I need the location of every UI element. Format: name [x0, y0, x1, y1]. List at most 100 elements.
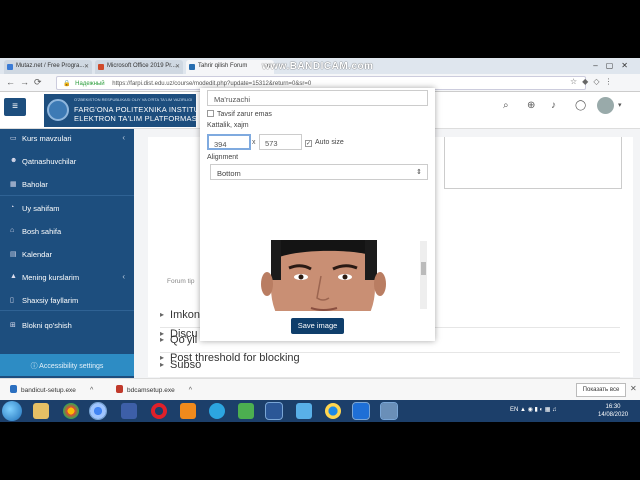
accessibility-label: Accessibility settings: [39, 363, 104, 370]
chevron-left-icon: ‹: [122, 133, 125, 142]
portrait-preview-image: [253, 240, 428, 311]
sidebar-item-label: Qatnashuvchilar: [22, 157, 77, 166]
chrome-icon[interactable]: [63, 403, 79, 419]
section-post-threshold[interactable]: ▸ Post threshold for blocking: [160, 352, 300, 364]
decorative-label: Tavsif zarur emas: [217, 111, 272, 118]
system-tray: EN ▲ ◉ ▮ ◐ ▦ ♫: [510, 406, 557, 413]
alignment-select[interactable]: Bottom ⇕: [210, 164, 428, 180]
word-icon[interactable]: [265, 402, 283, 420]
chevron-down-icon[interactable]: ▾: [618, 101, 622, 109]
brand-title: FARG'ONA POLITEXNIKA INSTITUTI ELEKTRON …: [74, 105, 206, 123]
folder-icon: ▭: [10, 135, 17, 142]
browser-tab-1[interactable]: Mutaz.net / Free Progra... ✕: [4, 60, 92, 74]
section-label: Imkon: [170, 309, 200, 321]
home-icon: ⌂: [10, 227, 15, 234]
menu-toggle-button[interactable]: ≡: [4, 98, 26, 116]
courses-icon: ▲: [10, 273, 17, 280]
sidebar-item-baholar[interactable]: ▦ Baholar: [0, 175, 134, 195]
globe-icon[interactable]: ⊕: [527, 100, 551, 111]
sidebar-item-label: Uy sahifam: [22, 204, 60, 213]
tab-close-icon[interactable]: ✕: [175, 63, 180, 70]
sidebar-item-kalendar[interactable]: ▤ Kalendar: [0, 245, 134, 265]
tab-favicon-icon: [7, 64, 13, 70]
add-block-icon: ⊞: [10, 322, 16, 329]
section-discu[interactable]: ▸ Discu: [160, 328, 198, 340]
section-imkon[interactable]: ▸ Imkon: [160, 309, 200, 321]
browser-tab-2[interactable]: Microsoft Office 2019 Pr... ✕: [95, 60, 183, 74]
browser-tab-bar: Mutaz.net / Free Progra... ✕ Microsoft O…: [0, 58, 640, 74]
chrome-running-icon[interactable]: [89, 402, 107, 420]
download-item-bandicut[interactable]: bandicut-setup.exe ^: [10, 385, 93, 394]
window-app-icon[interactable]: [380, 402, 398, 420]
dashboard-icon: ◔: [10, 204, 15, 211]
nav-buttons[interactable]: ←→⟳: [6, 77, 47, 88]
tab-favicon-icon: [98, 64, 104, 70]
network-app-icon[interactable]: [296, 403, 312, 419]
clock-time: 16:30: [605, 404, 621, 410]
autosize-checkbox[interactable]: ✓ Auto size: [305, 139, 344, 147]
bell-icon[interactable]: ♪: [551, 100, 575, 111]
save-image-button[interactable]: Save image: [291, 318, 344, 334]
tab-label: Microsoft Office 2019 Pr...: [107, 63, 176, 69]
user-avatar[interactable]: [597, 97, 614, 114]
alignment-label: Alignment: [207, 154, 239, 161]
toolbar-icons[interactable]: ☆◆◇⋮: [570, 77, 617, 86]
width-input[interactable]: 394: [207, 134, 251, 150]
window-controls[interactable]: –▢✕: [593, 61, 636, 70]
close-icon[interactable]: ✕: [630, 384, 637, 393]
decorative-checkbox[interactable]: Tavsif zarur emas: [207, 110, 272, 118]
info-icon: ⓘ: [30, 363, 38, 370]
browser-tab-3[interactable]: Tahrir qilish Forum ✕: [186, 60, 274, 74]
download-item-bdcam[interactable]: bdcamsetup.exe ^: [116, 385, 192, 394]
caret-right-icon: ▸: [160, 329, 165, 338]
telegram-icon[interactable]: [209, 403, 225, 419]
tray-icons[interactable]: ▲ ◉ ▮ ◐ ▦ ♫: [520, 407, 557, 413]
search-icon[interactable]: ⌕: [503, 100, 527, 111]
sidebar-item-bosh-sahifa[interactable]: ⌂ Bosh sahifa: [0, 222, 134, 242]
hamburger-icon: ≡: [12, 101, 18, 112]
tab-favicon-icon: [189, 64, 195, 70]
sidebar-item-kurs-mavzulari[interactable]: ▭ Kurs mavzulari ‹: [0, 129, 134, 149]
image-properties-dialog: Ma'ruzachi Tavsif zarur emas Kattalik, x…: [200, 88, 435, 341]
users-icon: ☻: [10, 157, 18, 164]
sidebar-item-qatnashuvchilar[interactable]: ☻ Qatnashuvchilar: [0, 152, 134, 172]
windows-start-button[interactable]: [2, 401, 22, 421]
media-player-icon[interactable]: [238, 403, 254, 419]
chevron-up-icon[interactable]: ^: [189, 387, 192, 394]
caret-right-icon: ▸: [160, 310, 165, 319]
chevron-up-icon[interactable]: ^: [90, 387, 93, 394]
sidebar-item-mening-kurslarim[interactable]: ▲ Mening kurslarim ‹: [0, 268, 134, 288]
forum-type-label: Forum tip: [167, 278, 195, 285]
description-editor[interactable]: [444, 137, 622, 189]
sidebar-item-uy-sahifam[interactable]: ◔ Uy sahifam: [0, 199, 134, 219]
gmail-app-icon[interactable]: [180, 403, 196, 419]
sidebar-item-label: Blokni qo'shish: [22, 321, 72, 330]
section-label: Post threshold for blocking: [170, 352, 300, 364]
bandicam-watermark: www.BANDICAM.com: [262, 61, 374, 72]
language-indicator[interactable]: EN: [510, 407, 518, 413]
preview-scrollbar[interactable]: [420, 241, 427, 309]
sidebar-item-blokni-qoshish[interactable]: ⊞ Blokni qo'shish: [0, 316, 134, 336]
show-all-downloads-button[interactable]: Показать все: [576, 383, 626, 397]
clock-date: 14/08/2020: [598, 412, 629, 418]
height-input[interactable]: 573: [259, 134, 302, 150]
sidebar-item-shaxsiy-fayllarim[interactable]: ▯ Shaxsiy fayllarim: [0, 291, 134, 311]
section-label: Discu: [170, 328, 198, 340]
site-brand[interactable]: O'ZBEKISTON RESPUBLIKASI OLIY VA O'RTA T…: [44, 94, 206, 127]
tab-label: Tahrir qilish Forum: [198, 63, 248, 69]
preview-scrollbar-thumb[interactable]: [421, 262, 426, 275]
select-arrows-icon: ⇕: [416, 169, 422, 176]
download-bar: bandicut-setup.exe ^ bdcamsetup.exe ^ Пока…: [0, 378, 640, 400]
internet-explorer-icon[interactable]: [325, 403, 341, 419]
bandicam-icon[interactable]: [352, 402, 370, 420]
system-clock[interactable]: 16:30 14/08/2020: [598, 403, 628, 419]
file-explorer-icon[interactable]: [33, 403, 49, 419]
alt-text-input[interactable]: Ma'ruzachi: [207, 90, 428, 106]
accessibility-settings-button[interactable]: ⓘ Accessibility settings: [0, 354, 134, 376]
sidebar-item-label: Kalendar: [22, 250, 53, 259]
tab-close-icon[interactable]: ✕: [84, 63, 89, 70]
image-preview: [253, 240, 428, 311]
save-disk-icon[interactable]: [121, 403, 137, 419]
opera-icon[interactable]: [151, 403, 167, 419]
chat-icon[interactable]: ◯: [575, 100, 599, 111]
